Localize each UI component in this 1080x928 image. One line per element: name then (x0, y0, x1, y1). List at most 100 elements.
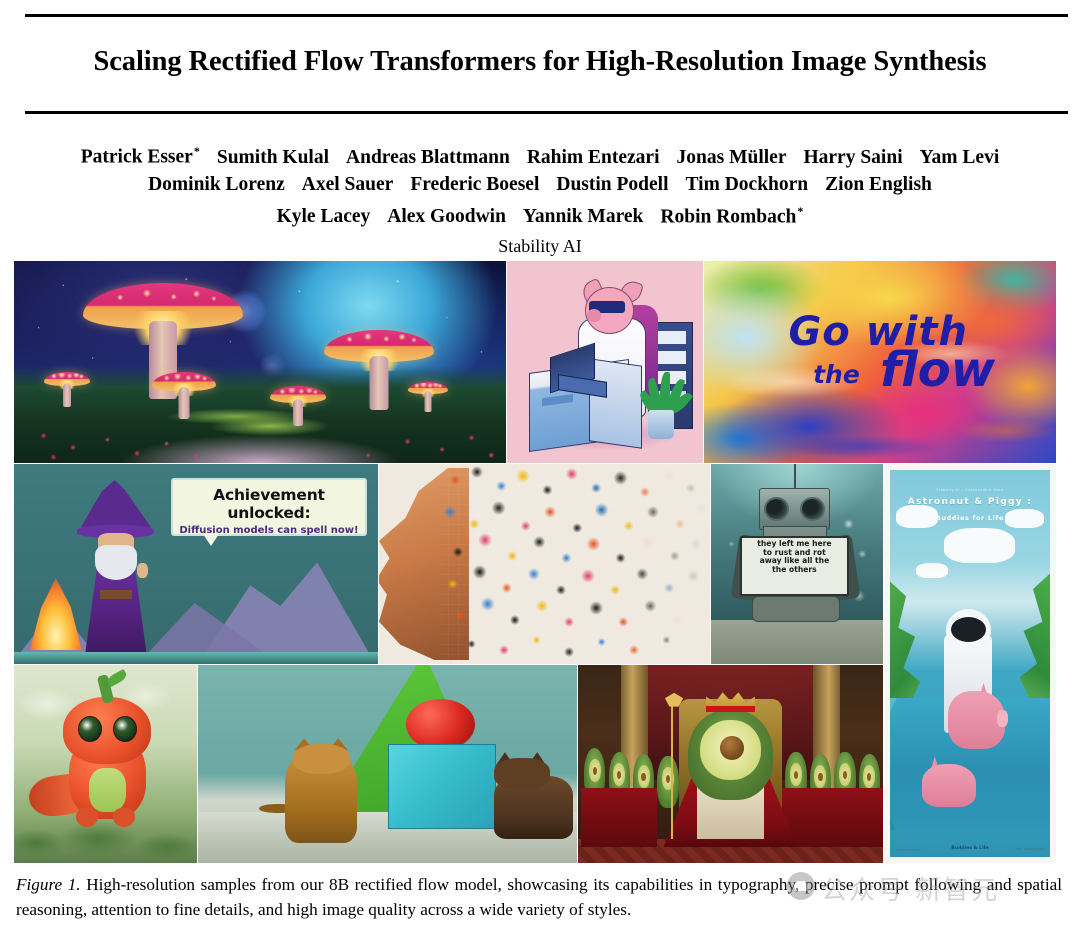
mushroom-stem (178, 387, 190, 420)
author: Frederic Boesel (410, 171, 539, 198)
dino-eye-right (112, 716, 137, 743)
figure-panel-robot-sign: they left me here to rust and rot away l… (711, 464, 883, 664)
header-rule-top (25, 14, 1068, 17)
poster-subtitle: Buddies for Life (935, 514, 1005, 522)
author-footnote-marker: * (797, 203, 804, 218)
swimming-pig (922, 764, 977, 807)
robot-base (752, 596, 841, 622)
author: Sumith Kulal (217, 144, 329, 171)
figure-panel-pixel-face (379, 464, 710, 664)
author: Dustin Podell (556, 171, 668, 198)
robot-antenna (793, 464, 796, 490)
dog-head (493, 758, 551, 790)
paper-page: Scaling Rectified Flow Transformers for … (0, 0, 1080, 928)
author: Zion English (825, 171, 932, 198)
mushroom-stem (292, 399, 303, 427)
courtier-robe (629, 787, 658, 848)
red-sphere (406, 698, 475, 751)
author-name: Dustin Podell (556, 173, 669, 195)
courtier-robe (806, 787, 835, 848)
author-name: Alex Goodwin (387, 206, 506, 227)
header-rule-bottom (25, 111, 1068, 114)
figure-panel-wizard: Achievement unlocked: Diffusion models c… (14, 464, 378, 664)
author-name: Yam Levi (919, 146, 1000, 168)
courtier-robe (605, 787, 633, 848)
sea-floor (711, 620, 883, 664)
author-block: Patrick Esser* Sumith Kulal Andreas Blattm… (0, 138, 1080, 260)
author-footnote-marker: * (193, 144, 200, 158)
author: Tim Dockhorn (686, 171, 809, 198)
dino-head (63, 696, 152, 764)
wizard-beard (95, 545, 137, 580)
author: Rahim Entezari (527, 144, 660, 171)
author-name: Patrick Esser (80, 146, 193, 168)
poster-title: Astronaut & Piggy : (907, 497, 1033, 508)
pig-snout (997, 709, 1009, 728)
author-name: Frederic Boesel (410, 173, 540, 195)
astronaut-visor (950, 617, 986, 643)
author: Dominik Lorenz (148, 171, 285, 198)
author-name: Yannik Marek (522, 206, 644, 227)
dino-belly (89, 767, 126, 812)
figure-panel-astronaut-piggy-poster: Stability AI — Independent Work Astronau… (884, 464, 1056, 863)
author-name: Harry Saini (803, 146, 903, 168)
poster-cloud (915, 562, 948, 579)
figure-panel-dino-figurine (14, 665, 197, 863)
plant-pot (648, 410, 674, 439)
wizard-ground (14, 652, 378, 664)
flow-typography: Go with the flow (704, 261, 1056, 463)
wizard-hand (136, 562, 148, 579)
figure-panel-pig-desk (507, 261, 703, 463)
author-name: Tim Dockhorn (685, 173, 809, 195)
author-name: Zion English (825, 173, 932, 195)
figure-caption-label: Figure 1. (16, 875, 81, 894)
cyan-cube (387, 744, 496, 830)
flow-text-line-3: flow (880, 341, 996, 398)
robot-held-sign: they left me here to rust and rot away l… (740, 536, 849, 596)
mushroom-stem (62, 383, 71, 408)
author: Axel Sauer (302, 171, 394, 198)
royal-scepter (671, 700, 674, 840)
figure-panel-mushrooms (14, 261, 506, 463)
author: Jonas Müller (677, 144, 787, 171)
pig-snout (587, 309, 602, 322)
page-title: Scaling Rectified Flow Transformers for … (93, 46, 987, 77)
desk-top (589, 358, 643, 449)
author-name: Kyle Lacey (276, 206, 371, 227)
robot-eye-right (800, 497, 826, 521)
mushroom-stem (424, 391, 432, 413)
author-name: Sumith Kulal (216, 146, 330, 168)
author: Alex Goodwin (387, 203, 506, 230)
author-name: Jonas Müller (676, 146, 787, 168)
achievement-headline: Achievement unlocked: (213, 486, 325, 522)
mushroom-small (43, 372, 90, 408)
mushroom-small (151, 372, 216, 420)
courtier-robe (831, 787, 859, 848)
figure-panel-go-with-the-flow: Go with the flow (704, 261, 1056, 463)
author-line-2: Dominik Lorenz Axel Sauer Frederic Boesel D… (0, 171, 1080, 198)
mushroom-large (82, 283, 243, 400)
avocado-pit (719, 736, 745, 761)
robot-eye-left (764, 497, 789, 521)
affiliation: Stability AI (498, 236, 582, 256)
author: Kyle Lacey (277, 203, 371, 230)
courtier-robe (581, 787, 609, 848)
figure-image-grid: Go with the flow Achievement unlocked: D… (14, 261, 1056, 863)
figure-panel-avocado-king (578, 665, 883, 863)
mushroom-small (269, 386, 326, 427)
author: Robin Rombach* (660, 198, 803, 231)
achievement-speech-bubble: Achievement unlocked: Diffusion models c… (170, 478, 368, 546)
author-line-1: Patrick Esser* Sumith Kulal Andreas Blattm… (0, 138, 1080, 171)
figure-panel-cat-cube-dog (198, 665, 577, 863)
wizard-hat (80, 480, 152, 528)
author-name: Dominik Lorenz (148, 173, 285, 195)
mushroom-small (407, 382, 448, 413)
author: Yam Levi (920, 144, 1000, 171)
author-name: Axel Sauer (301, 173, 394, 195)
author: Harry Saini (803, 144, 902, 171)
flow-text-line-2: the (813, 359, 860, 389)
author: Yannik Marek (523, 203, 643, 230)
author: Andreas Blattmann (346, 144, 510, 171)
dino-foot-right (112, 807, 135, 828)
author-name: Rahim Entezari (526, 146, 660, 168)
